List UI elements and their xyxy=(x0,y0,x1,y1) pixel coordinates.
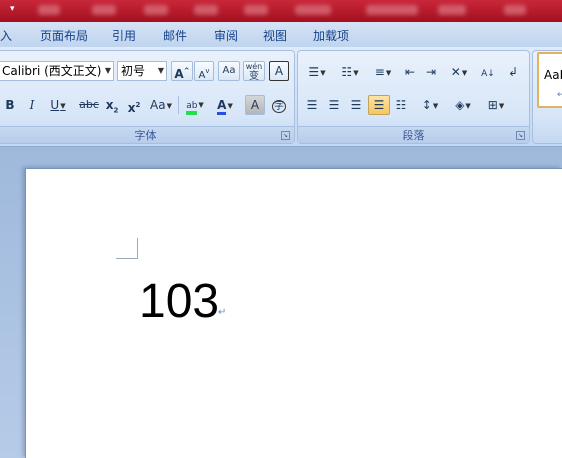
border-grid-icon: ⊞ xyxy=(487,98,498,112)
line-spacing-button[interactable]: ↕▼ xyxy=(415,95,445,115)
quick-access-dropdown-icon[interactable]: ▾ xyxy=(10,3,22,15)
phonetic-guide-button[interactable]: wén 变 xyxy=(243,61,265,82)
shading-button[interactable]: ◈▼ xyxy=(448,95,478,115)
blurred-title-segment xyxy=(366,5,418,15)
blurred-title-segment xyxy=(144,5,168,15)
blurred-title-segment xyxy=(92,5,116,15)
font-group-label: 字体 xyxy=(0,126,294,143)
chinese-layout-button[interactable]: ✕▼ xyxy=(444,62,474,82)
title-bar: ▾ xyxy=(0,0,562,22)
character-border-button[interactable]: A xyxy=(269,61,289,81)
borders-button[interactable]: ⊞▼ xyxy=(481,95,511,115)
clear-format-button[interactable]: Aa xyxy=(218,61,240,81)
blurred-title-segment xyxy=(295,5,331,15)
style-preview-text: AaB xyxy=(544,68,562,82)
blurred-title-segment xyxy=(38,5,60,15)
character-shading-button[interactable]: A xyxy=(245,95,265,115)
blurred-title-segment xyxy=(194,5,218,15)
line-spacing-icon: ↕ xyxy=(421,98,432,112)
underline-button[interactable]: U▼ xyxy=(44,95,72,115)
margin-corner-mark xyxy=(116,258,138,259)
sort-icon: A↓ xyxy=(481,69,495,79)
paragraph-mark-icon: ↵ xyxy=(218,307,227,318)
paragraph-dialog-launcher[interactable]: ↘ xyxy=(516,131,525,140)
change-case-button[interactable]: Aa▼ xyxy=(146,95,176,115)
tab-insert[interactable]: 入 xyxy=(0,27,12,44)
decrease-indent-button[interactable]: ⇤ xyxy=(400,62,420,82)
sort-button[interactable]: A↓ xyxy=(477,62,499,82)
asian-layout-icon: ✕ xyxy=(450,65,461,79)
tab-page-layout[interactable]: 页面布局 xyxy=(40,27,88,44)
multilevel-list-icon: ≡ xyxy=(374,65,385,79)
font-name-value: Calibri (西文正文) xyxy=(2,64,102,78)
strikethrough-button[interactable]: abc xyxy=(76,95,102,115)
document-body-text[interactable]: 103 xyxy=(139,272,219,332)
increase-indent-icon: ⇥ xyxy=(425,65,437,79)
bullet-list-icon: ☰ xyxy=(308,65,320,79)
pilcrow-icon: ↲ xyxy=(507,65,519,79)
chevron-down-icon: ▼ xyxy=(104,66,111,75)
ribbon-tab-row: 入 页面布局 引用 邮件 审阅 视图 加载项 xyxy=(0,22,562,47)
font-name-combo[interactable]: Calibri (西文正文) ▼ xyxy=(0,61,114,81)
numbering-button[interactable]: ☷▼ xyxy=(335,62,365,82)
italic-button[interactable]: I xyxy=(22,95,42,115)
style-preview-normal[interactable]: AaB ↵ xyxy=(537,52,562,108)
subscript-button[interactable]: x2 xyxy=(102,95,122,115)
align-left-icon: ☰ xyxy=(306,98,318,112)
font-size-combo[interactable]: 初号 ▼ xyxy=(117,61,167,81)
document-page[interactable] xyxy=(25,168,562,458)
font-dialog-launcher[interactable]: ↘ xyxy=(281,131,290,140)
font-color-button[interactable]: A▼ xyxy=(210,95,240,115)
align-left-button[interactable]: ☰ xyxy=(302,95,322,115)
separator xyxy=(178,96,179,114)
blurred-title-segment xyxy=(504,5,526,15)
tab-references[interactable]: 引用 xyxy=(112,27,136,44)
bold-button[interactable]: B xyxy=(0,95,20,115)
grow-font-button[interactable]: A^ xyxy=(171,61,193,81)
tab-view[interactable]: 视图 xyxy=(263,27,287,44)
font-size-value: 初号 xyxy=(121,64,146,78)
shrink-font-button[interactable]: Av xyxy=(194,61,214,81)
align-right-icon: ☰ xyxy=(350,98,362,112)
justify-button[interactable]: ☰ xyxy=(368,95,390,115)
distributed-button[interactable]: ☷ xyxy=(391,95,411,115)
multilevel-list-button[interactable]: ≡▼ xyxy=(368,62,398,82)
tab-mailings[interactable]: 邮件 xyxy=(163,27,187,44)
enclose-character-button[interactable]: 字 xyxy=(269,95,289,115)
show-formatting-button[interactable]: ↲ xyxy=(503,62,523,82)
bullets-button[interactable]: ☰▼ xyxy=(302,62,332,82)
highlight-color-button[interactable]: ab▼ xyxy=(180,95,210,115)
paragraph-mark-icon: ↵ xyxy=(557,90,562,100)
blurred-title-segment xyxy=(244,5,268,15)
justify-icon: ☰ xyxy=(373,98,385,112)
align-center-icon: ☰ xyxy=(328,98,340,112)
tab-review[interactable]: 审阅 xyxy=(214,27,238,44)
paint-bucket-icon: ◈ xyxy=(455,98,465,112)
decrease-indent-icon: ⇤ xyxy=(404,65,416,79)
increase-indent-button[interactable]: ⇥ xyxy=(421,62,441,82)
superscript-button[interactable]: x2 xyxy=(124,95,144,115)
align-center-button[interactable]: ☰ xyxy=(324,95,344,115)
margin-corner-mark xyxy=(137,238,138,259)
align-right-button[interactable]: ☰ xyxy=(346,95,366,115)
distributed-icon: ☷ xyxy=(395,98,407,112)
numbered-list-icon: ☷ xyxy=(341,65,353,79)
paragraph-group-label: 段落 xyxy=(298,126,529,143)
tab-add-ins[interactable]: 加载项 xyxy=(313,27,349,44)
chevron-down-icon: ▼ xyxy=(157,66,164,75)
blurred-title-segment xyxy=(438,5,466,15)
